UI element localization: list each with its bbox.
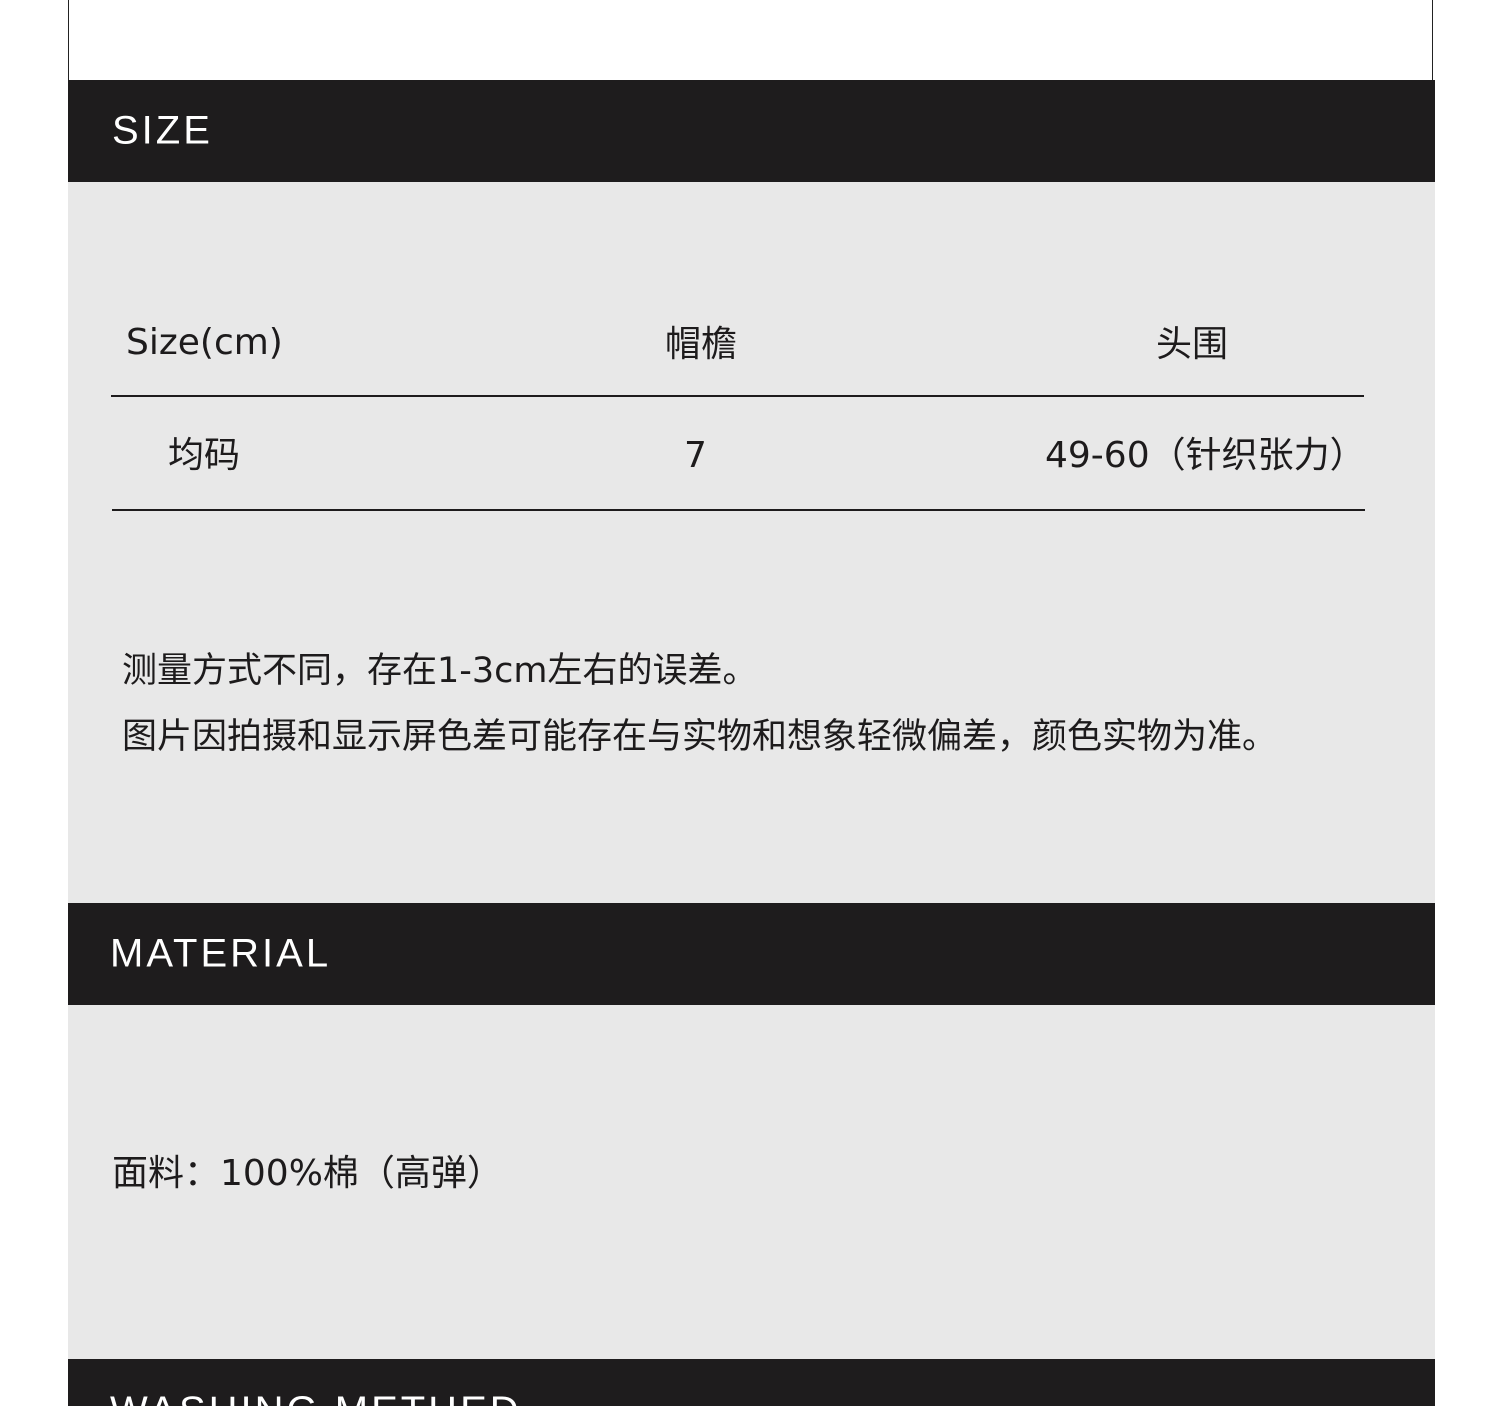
size-section-header: SIZE bbox=[68, 80, 1435, 182]
table-bottom-rule bbox=[112, 509, 1365, 511]
measurement-note: 测量方式不同，存在1-3cm左右的误差。 bbox=[122, 651, 758, 691]
size-table-header-size: Size(cm) bbox=[126, 322, 283, 363]
size-table-header-brim: 帽檐 bbox=[665, 324, 738, 365]
table-divider bbox=[111, 395, 1364, 397]
size-table-cell-size: 均码 bbox=[168, 435, 241, 476]
size-section-title: SIZE bbox=[112, 108, 213, 153]
material-section-header: MATERIAL bbox=[68, 903, 1435, 1005]
size-table-cell-brim: 7 bbox=[684, 435, 707, 476]
washing-section-header: WASHING METHED bbox=[68, 1359, 1435, 1406]
size-table-header-head-circumference: 头围 bbox=[1156, 324, 1229, 365]
fabric-composition: 面料：100%棉（高弹） bbox=[112, 1153, 503, 1194]
top-frame bbox=[68, 0, 1433, 80]
size-table-cell-head-circumference: 49-60（针织张力） bbox=[1045, 435, 1366, 476]
material-section-body: 面料：100%棉（高弹） bbox=[68, 1005, 1435, 1359]
material-section-title: MATERIAL bbox=[110, 931, 332, 976]
color-note: 图片因拍摄和显示屏色差可能存在与实物和想象轻微偏差，颜色实物为准。 bbox=[122, 717, 1278, 757]
washing-section-title: WASHING METHED bbox=[110, 1389, 522, 1406]
size-section-body: Size(cm) 帽檐 头围 均码 7 49-60（针织张力） 测量方式不同，存… bbox=[68, 182, 1435, 903]
